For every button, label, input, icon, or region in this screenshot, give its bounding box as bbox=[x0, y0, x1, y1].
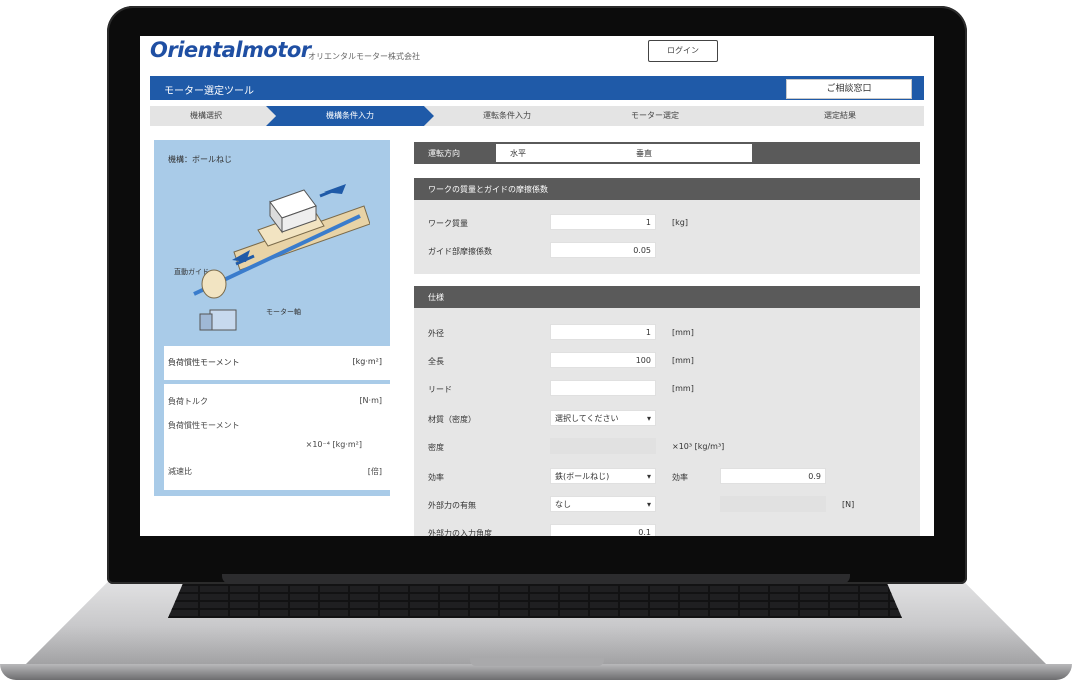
lead-label: リード bbox=[428, 385, 452, 394]
step-3[interactable]: 運転条件入力 bbox=[442, 106, 572, 126]
density-label: 密度 bbox=[428, 443, 444, 452]
ball-screw-illustration: 直動ガイド モーター軸 bbox=[174, 184, 370, 331]
efficiency-extra-label: 効率 bbox=[672, 473, 688, 482]
direction-option-vertical[interactable]: 垂直 bbox=[636, 148, 652, 159]
mechanism-panel: 機構：ボールねじ 直動ガイド モーター軸 負荷慣性モーメント [kg·m²] 負… bbox=[154, 140, 390, 496]
section-1-body: ワーク質量 1 [kg] ガイド部摩擦係数 0.05 bbox=[414, 200, 920, 274]
direction-row: 運転方向 水平 垂直 bbox=[414, 142, 920, 164]
section-1-header: ワークの質量とガイドの摩擦係数 bbox=[414, 178, 920, 200]
step-4[interactable]: モーター選定 bbox=[590, 106, 720, 126]
section-2-header: 仕様 bbox=[414, 286, 920, 308]
company-name: オリエンタルモーター株式会社 bbox=[308, 52, 420, 61]
lead-input[interactable] bbox=[550, 380, 656, 396]
label-guide: 直動ガイド bbox=[174, 267, 209, 276]
mechanism-title: 機構：ボールねじ bbox=[168, 155, 232, 164]
screen: Orientalmotor オリエンタルモーター株式会社 ログイン モーター選定… bbox=[140, 36, 934, 536]
result2-row1-label: 負荷トルク bbox=[168, 397, 208, 406]
result2-row2-unit: ×10⁻⁴ [kg·m²] bbox=[305, 440, 362, 449]
brand-logo[interactable]: Orientalmotor bbox=[150, 38, 311, 62]
tool-titlebar: モーター選定ツール ご相談窓口 bbox=[150, 76, 924, 100]
login-button[interactable]: ログイン bbox=[648, 40, 718, 62]
force-angle-label: 外部力の入力角度 bbox=[428, 529, 492, 536]
laptop-notch bbox=[470, 658, 604, 666]
result-box-2: 負荷トルク [N·m] 負荷慣性モーメント ×10⁻⁴ [kg·m²] 減速比 … bbox=[164, 384, 390, 490]
label-motor: モーター軸 bbox=[266, 307, 301, 316]
laptop-base-edge bbox=[0, 664, 1072, 680]
diameter-label: 外径 bbox=[428, 329, 444, 338]
step-2-active[interactable]: 機構条件入力 bbox=[266, 106, 434, 126]
laptop-keyboard bbox=[168, 584, 902, 618]
length-input[interactable]: 100 bbox=[550, 352, 656, 368]
contact-button[interactable]: ご相談窓口 bbox=[786, 79, 912, 99]
result2-row1-unit: [N·m] bbox=[359, 396, 382, 405]
result2-row3-unit: [倍] bbox=[367, 467, 382, 476]
work-mass-input[interactable]: 1 bbox=[550, 214, 656, 230]
external-force-unit: [N] bbox=[842, 500, 855, 509]
external-force-label: 外部力の有無 bbox=[428, 501, 476, 510]
friction-label: ガイド部摩擦係数 bbox=[428, 247, 492, 256]
step-progress: 機構選択 機構条件入力 運転条件入力 モーター選定 選定結果 bbox=[150, 106, 924, 126]
result1-unit: [kg·m²] bbox=[352, 357, 383, 366]
density-input bbox=[550, 438, 656, 454]
work-mass-label: ワーク質量 bbox=[428, 219, 468, 228]
step-1[interactable]: 機構選択 bbox=[150, 106, 262, 126]
section-2-body: 外径 1 [mm] 全長 100 [mm] リード [mm] 材質（密度） 選択… bbox=[414, 308, 920, 536]
diameter-input[interactable]: 1 bbox=[550, 324, 656, 340]
section-1-title: ワークの質量とガイドの摩擦係数 bbox=[428, 185, 548, 194]
friction-input[interactable]: 0.05 bbox=[550, 242, 656, 258]
material-select[interactable]: 選択してください bbox=[550, 410, 656, 427]
result-box-1: 負荷慣性モーメント [kg·m²] bbox=[164, 346, 390, 380]
direction-toggle: 水平 垂直 bbox=[496, 144, 752, 162]
efficiency-input[interactable]: 0.9 bbox=[720, 468, 826, 484]
page-title: モーター選定ツール bbox=[164, 86, 254, 97]
external-force-input bbox=[720, 496, 826, 512]
length-unit: [mm] bbox=[672, 356, 694, 365]
section-2-title: 仕様 bbox=[428, 293, 444, 302]
material-label: 材質（密度） bbox=[428, 415, 476, 424]
result2-row2-label: 負荷慣性モーメント bbox=[168, 421, 240, 430]
result1-label: 負荷慣性モーメント bbox=[168, 358, 240, 367]
work-mass-unit: [kg] bbox=[672, 218, 688, 227]
direction-label: 運転方向 bbox=[428, 149, 460, 158]
density-unit: ×10³ [kg/m³] bbox=[672, 442, 725, 451]
diameter-unit: [mm] bbox=[672, 328, 694, 337]
force-angle-input[interactable]: 0.1 bbox=[550, 524, 656, 536]
site-header: Orientalmotor オリエンタルモーター株式会社 ログイン bbox=[140, 36, 934, 72]
direction-option-horizontal[interactable]: 水平 bbox=[510, 148, 526, 159]
efficiency-label: 効率 bbox=[428, 473, 444, 482]
step-5[interactable]: 選定結果 bbox=[770, 106, 910, 126]
efficiency-select[interactable]: 鉄(ボールねじ) bbox=[550, 468, 656, 485]
result2-row3-label: 減速比 bbox=[168, 467, 192, 476]
external-force-select[interactable]: なし bbox=[550, 496, 656, 513]
length-label: 全長 bbox=[428, 357, 444, 366]
laptop-hinge bbox=[222, 574, 850, 584]
lead-unit: [mm] bbox=[672, 384, 694, 393]
